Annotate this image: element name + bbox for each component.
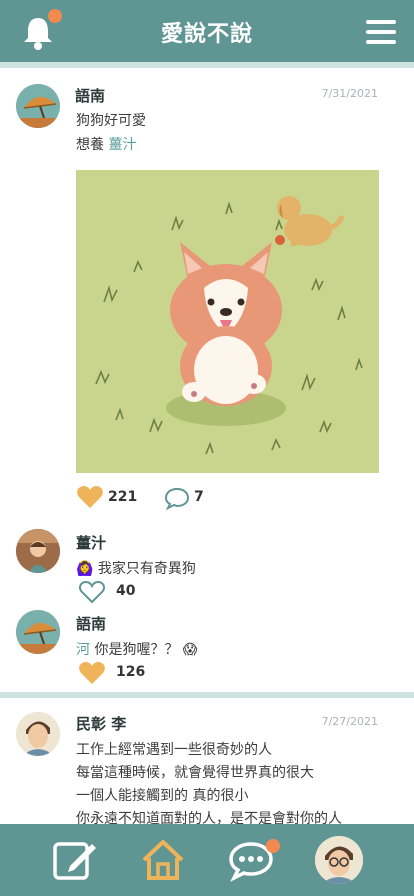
heart-icon[interactable] [78, 660, 106, 686]
comment-count: 7 [194, 489, 204, 505]
bottom-nav [0, 824, 414, 896]
post-author[interactable]: 民彰 李 [76, 713, 126, 734]
author-avatar[interactable] [16, 712, 60, 756]
post-date: 7/27/2021 [321, 715, 378, 728]
commenter-avatar[interactable] [16, 529, 60, 573]
post-text-line2: 想養 薑汁 [76, 134, 136, 154]
comment-like-count: 126 [116, 664, 146, 680]
compose-icon[interactable] [52, 838, 98, 882]
like-count: 221 [108, 489, 138, 505]
post-text-line: 工作上經常遇到一些很奇妙的人 [76, 742, 272, 758]
comment-body: 我家只有奇異狗 [97, 561, 196, 577]
heart-icon[interactable] [76, 484, 104, 510]
post-text-line: 你永遠不知道面對的人，是不是會對你的人 [76, 811, 342, 824]
chat-notification-dot [266, 839, 280, 853]
post-card: 語南 7/31/2021 狗狗好可愛 想養 薑汁 [0, 68, 414, 694]
post-text-line: 每當這種時候，就會覺得世界真的很大 [76, 765, 314, 781]
profile-avatar[interactable] [315, 836, 363, 884]
comment-author[interactable]: 語南 [76, 613, 106, 634]
post-card: 民彰 李 7/27/2021 工作上經常遇到一些很奇妙的人 每當這種時候，就會覺… [0, 698, 414, 824]
post-text-line: 一個人能接觸到的 真的很小 [76, 788, 249, 804]
post-photo[interactable] [76, 170, 379, 473]
comment-author[interactable]: 薑汁 [76, 532, 106, 553]
commenter-avatar[interactable] [16, 610, 60, 654]
app-logo: 愛說不說 [160, 21, 253, 47]
mention-link[interactable]: 薑汁 [108, 137, 136, 153]
comment-emoji: 🙆‍♀️ [76, 561, 94, 577]
comment-icon[interactable] [164, 486, 190, 510]
comment-text: 河 你是狗喔？？ 😱 [76, 639, 198, 659]
post-date: 7/31/2021 [321, 87, 378, 100]
post-text-line1: 狗狗好可愛 [76, 113, 146, 129]
mention-link[interactable]: 河 [76, 642, 90, 658]
top-bar: 愛說不說 [0, 0, 414, 62]
heart-outline-icon[interactable] [78, 579, 106, 605]
comment-emoji: 😱 [182, 642, 198, 658]
comment-body: 你是狗喔？？ [94, 642, 179, 658]
author-avatar[interactable] [16, 84, 60, 128]
post-author[interactable]: 語南 [75, 85, 105, 106]
comment-like-count: 40 [116, 583, 136, 599]
home-icon[interactable] [140, 838, 186, 882]
post-text-prefix: 想養 [76, 137, 104, 153]
menu-icon[interactable] [366, 20, 396, 44]
comment-text: 🙆‍♀️ 我家只有奇異狗 [76, 558, 196, 578]
